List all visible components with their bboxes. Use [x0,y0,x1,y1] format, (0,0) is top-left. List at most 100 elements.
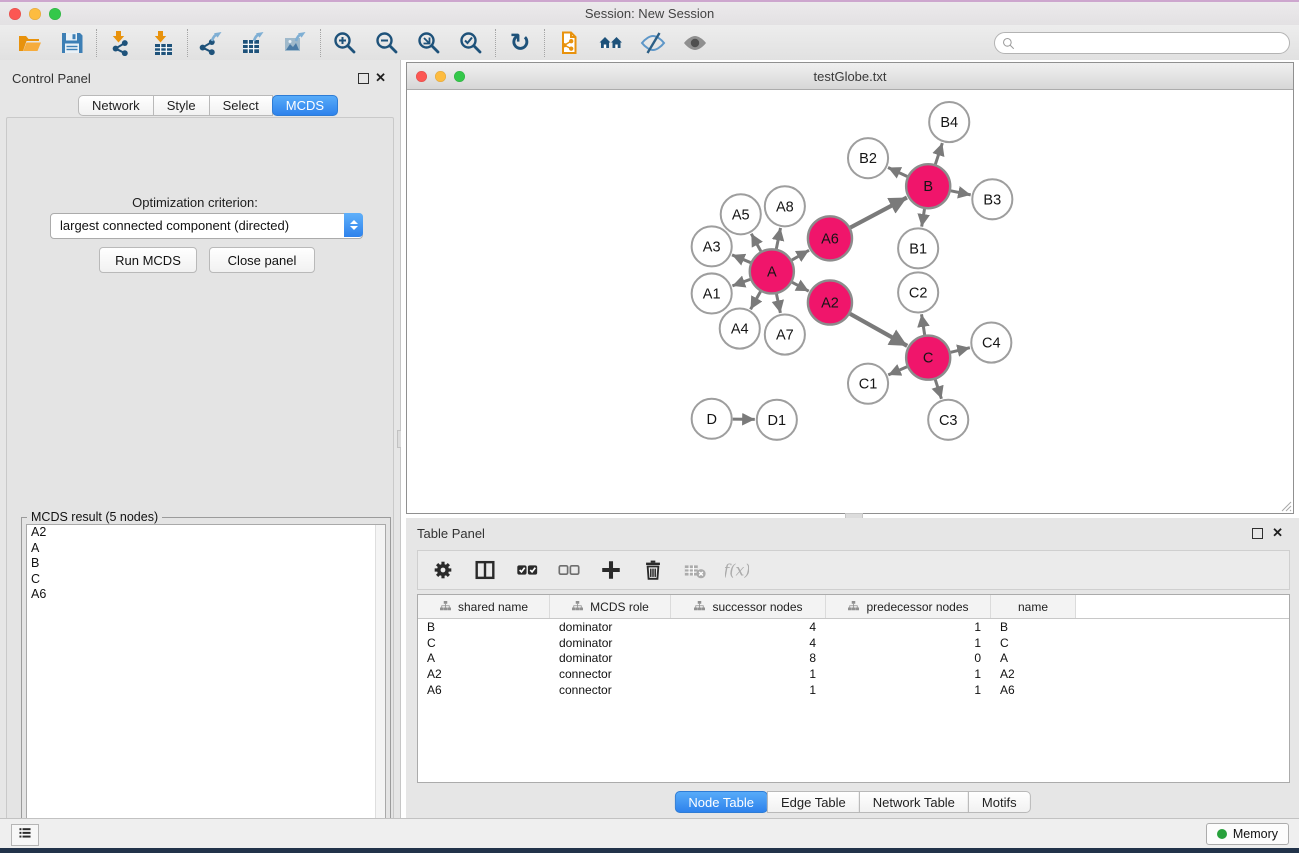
table-panel-close-icon[interactable]: ✕ [1272,524,1283,541]
node-B4[interactable]: B4 [929,102,969,142]
node-A4[interactable]: A4 [720,309,760,349]
network-canvas[interactable]: B4 B2 B B3 A8A5 A6 A3 B1 A C2 A1 A2 A4A7 C4 C C1 D D1 C3 [407,90,1293,513]
node-A2[interactable]: A2 [808,280,852,324]
import-table-icon[interactable] [148,29,178,57]
column-header-predecessor-nodes[interactable]: predecessor nodes [826,595,991,618]
edge-C-C2[interactable] [922,314,925,335]
node-C1[interactable]: C1 [848,364,888,404]
table-row[interactable]: Bdominator41B [418,619,1289,635]
edge-B-B2[interactable] [888,168,907,177]
column-header-name[interactable]: name [991,595,1076,618]
mcds-result-item[interactable]: B [27,556,385,572]
tab-style[interactable]: Style [153,95,210,116]
control-panel-close-icon[interactable]: ✕ [375,69,386,86]
window-resize-grip[interactable] [1279,499,1292,512]
memory-button[interactable]: Memory [1206,823,1289,845]
select-all-icon[interactable] [514,557,540,583]
search-field[interactable] [994,32,1290,54]
close-panel-button[interactable]: Close panel [209,247,315,273]
deselect-all-icon[interactable] [556,557,582,583]
zoom-fit-icon[interactable] [414,29,444,57]
tab-network-table[interactable]: Network Table [859,791,969,813]
node-B1[interactable]: B1 [898,228,938,268]
toggle-columns-icon[interactable] [472,557,498,583]
table-row[interactable]: Adominator80A [418,650,1289,666]
tab-network[interactable]: Network [78,95,154,116]
mcds-list-scrollbar[interactable] [375,525,385,850]
delete-selected-icon[interactable] [640,557,666,583]
node-table[interactable]: shared nameMCDS rolesuccessor nodesprede… [417,594,1290,783]
network-from-selection-icon[interactable] [554,29,584,57]
mcds-result-list[interactable]: A2ABCA6 [26,524,386,851]
edge-A-A1[interactable] [732,279,750,286]
edge-A-A2[interactable] [792,282,809,291]
edge-A-A8[interactable] [776,228,780,249]
edge-A2-C[interactable] [850,314,907,346]
edge-C-C3[interactable] [935,380,941,399]
node-A1[interactable]: A1 [692,273,732,313]
edge-A-A6[interactable] [792,250,809,260]
edge-C-C1[interactable] [888,367,907,375]
hide-graphics-details-icon[interactable] [680,29,710,57]
show-graphics-details-icon[interactable] [638,29,668,57]
table-row[interactable]: A2connector11A2 [418,666,1289,682]
mcds-result-item[interactable]: A [27,541,385,557]
node-A5[interactable]: A5 [721,194,761,234]
network-view-window[interactable]: testGlobe.txt B4 B2 B B3 A8A5 A6 A3 B1 A C2 A1 A2 A4… [406,62,1294,514]
mcds-result-item[interactable]: C [27,572,385,588]
edge-A-A3[interactable] [732,255,751,263]
edge-A-A4[interactable] [751,292,761,310]
network-window-titlebar[interactable]: testGlobe.txt [407,63,1293,90]
tab-node-table[interactable]: Node Table [674,791,768,813]
node-B[interactable]: B [906,164,950,208]
edge-A6-B[interactable] [850,198,907,228]
node-C4[interactable]: C4 [971,323,1011,363]
edge-A-A5[interactable] [751,234,761,252]
node-C2[interactable]: C2 [898,272,938,312]
tab-motifs[interactable]: Motifs [968,791,1031,813]
node-D[interactable]: D [692,399,732,439]
edge-C-C4[interactable] [951,348,970,353]
table-panel-float-icon[interactable] [1252,528,1263,539]
edge-B-B1[interactable] [922,209,925,227]
node-A8[interactable]: A8 [765,186,805,226]
node-A3[interactable]: A3 [692,226,732,266]
home-icon[interactable] [596,29,626,57]
export-image-icon[interactable] [281,29,311,57]
import-network-icon[interactable] [106,29,136,57]
edge-A-A7[interactable] [776,294,780,313]
search-input[interactable] [1019,34,1283,52]
save-session-icon[interactable] [57,29,87,57]
table-row[interactable]: A6connector11A6 [418,682,1289,698]
gear-icon[interactable] [430,557,456,583]
optimization-criterion-dropdown[interactable]: largest connected component (directed) [50,213,363,239]
export-network-icon[interactable] [197,29,227,57]
node-D1[interactable]: D1 [757,400,797,440]
table-row[interactable]: Cdominator41C [418,635,1289,651]
export-table-icon[interactable] [239,29,269,57]
node-C[interactable]: C [906,336,950,380]
zoom-in-icon[interactable] [330,29,360,57]
app-titlebar[interactable]: Session: New Session [0,2,1299,25]
node-A7[interactable]: A7 [765,315,805,355]
add-column-icon[interactable] [598,557,624,583]
open-file-icon[interactable] [15,29,45,57]
node-A6[interactable]: A6 [808,216,852,260]
column-header-shared-name[interactable]: shared name [418,595,550,618]
dropdown-stepper-icon[interactable] [344,213,363,237]
node-C3[interactable]: C3 [928,400,968,440]
refresh-icon[interactable]: ↻ [505,29,535,57]
node-B2[interactable]: B2 [848,138,888,178]
task-history-button[interactable] [11,824,39,846]
tab-edge-table[interactable]: Edge Table [767,791,860,813]
run-mcds-button[interactable]: Run MCDS [99,247,197,273]
node-A[interactable]: A [750,249,794,293]
mcds-result-item[interactable]: A2 [27,525,385,541]
tab-mcds[interactable]: MCDS [272,95,338,116]
column-header-successor-nodes[interactable]: successor nodes [671,595,826,618]
control-panel-float-icon[interactable] [358,73,369,84]
tab-select[interactable]: Select [209,95,273,116]
node-B3[interactable]: B3 [972,179,1012,219]
edge-B-B4[interactable] [935,143,942,164]
zoom-out-icon[interactable] [372,29,402,57]
